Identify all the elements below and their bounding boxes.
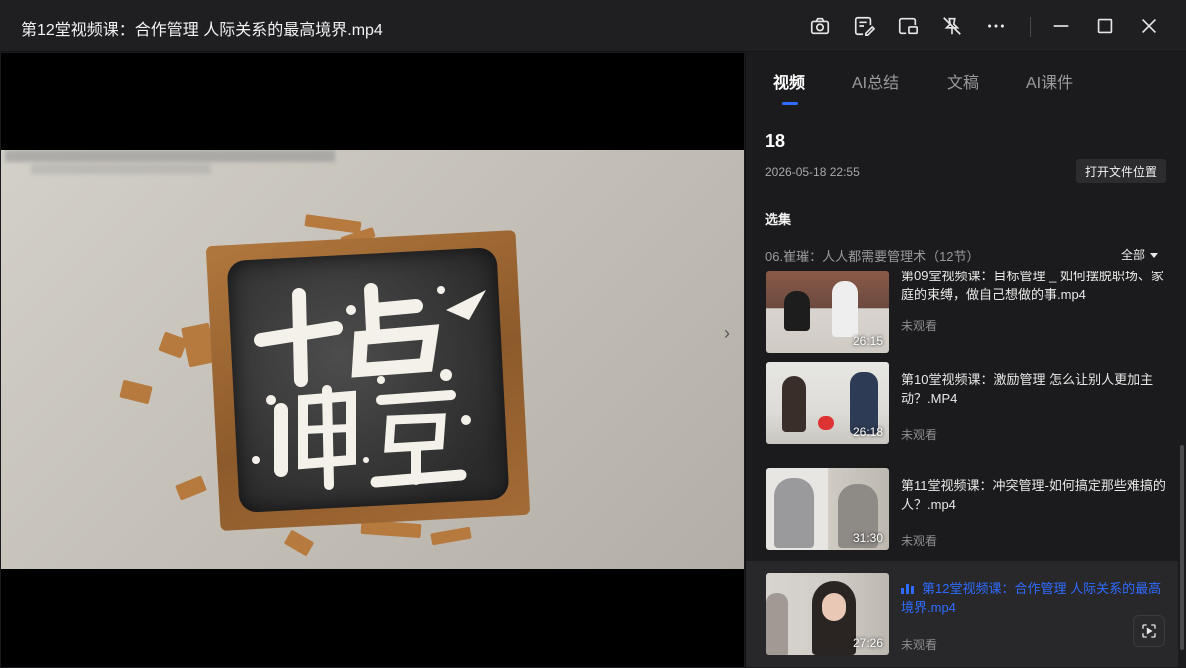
person-figure — [774, 478, 814, 548]
chevron-right-icon[interactable]: › — [724, 323, 730, 344]
title-bar: 第12堂视频课：合作管理 人际关系的最高境界.mp4 — [0, 0, 1186, 52]
tab-transcript[interactable]: 文稿 — [947, 69, 979, 93]
episode-title-playing: 第12堂视频课：合作管理 人际关系的最高境界.mp4 — [901, 579, 1166, 617]
watch-status: 未观看 — [901, 319, 938, 333]
wood-chip — [430, 526, 472, 546]
filter-label: 全部 — [1121, 248, 1146, 262]
picture-in-picture-icon[interactable] — [896, 14, 920, 38]
video-player[interactable]: › — [1, 53, 744, 667]
blurred-caption — [5, 150, 335, 162]
caret-down-icon — [1150, 253, 1159, 259]
person-figure — [784, 291, 810, 331]
minimize-icon[interactable] — [1049, 14, 1073, 38]
toolbar-divider — [1030, 17, 1031, 37]
episode-thumbnail: 26:18 — [766, 362, 889, 444]
list-item[interactable]: 27:26 第12堂视频课：合作管理 人际关系的最高境界.mp4 未观看 — [746, 561, 1178, 667]
episode-list[interactable]: 26:15 第09堂视频课：目标管理 _ 如何摆脱职场、家庭的束缚，做自己想做的… — [746, 271, 1178, 668]
episode-title: 第09堂视频课：目标管理 _ 如何摆脱职场、家庭的束缚，做自己想做的事.mp4 — [901, 271, 1164, 302]
focus-frame-icon — [1142, 624, 1156, 638]
list-item[interactable]: 26:18 第10堂视频课：激励管理 怎么让别人更加主动？.MP4 未观看 — [746, 362, 1178, 468]
more-icon[interactable] — [984, 14, 1008, 38]
video-frame — [1, 150, 744, 569]
episode-title: 第12堂视频课：合作管理 人际关系的最高境界.mp4 — [901, 581, 1162, 615]
collection-name: 06.崔璀：人人都需要管理术（12节） — [765, 249, 980, 264]
list-item[interactable]: 26:15 第09堂视频课：目标管理 _ 如何摆脱职场、家庭的束缚，做自己想做的… — [746, 271, 1178, 362]
watch-status: 未观看 — [901, 534, 938, 548]
list-item[interactable]: 31:30 第11堂视频课：冲突管理-如何搞定那些难搞的人？.mp4 未观看 — [746, 468, 1178, 574]
watch-status: 未观看 — [901, 638, 938, 652]
wood-chip — [119, 379, 153, 405]
wood-chip — [304, 214, 362, 234]
episode-title: 第11堂视频课：冲突管理-如何搞定那些难搞的人？.mp4 — [901, 478, 1166, 512]
person-figure — [766, 593, 788, 655]
locate-current-button[interactable] — [1133, 615, 1165, 647]
episode-duration: 31:30 — [852, 531, 883, 545]
window-title: 第12堂视频课：合作管理 人际关系的最高境界.mp4 — [21, 22, 383, 39]
list-scrollbar[interactable] — [1180, 445, 1184, 650]
face — [822, 593, 846, 621]
episode-filter-dropdown[interactable]: 全部 — [1121, 246, 1159, 263]
episode-title: 第10堂视频课：激励管理 怎么让别人更加主动？.MP4 — [901, 372, 1154, 406]
episodes-heading: 选集 — [765, 212, 792, 227]
maximize-icon[interactable] — [1093, 14, 1117, 38]
pin-off-icon[interactable] — [940, 14, 964, 38]
tab-ai-summary[interactable]: AI总结 — [852, 69, 899, 93]
tab-ai-courseware[interactable]: AI课件 — [1026, 69, 1073, 93]
active-tab-indicator — [782, 102, 798, 105]
now-playing-icon — [901, 584, 915, 594]
episode-duration: 27:26 — [852, 636, 883, 650]
episode-duration: 26:15 — [852, 334, 883, 348]
camera-icon[interactable] — [808, 14, 832, 38]
episode-thumbnail: 27:26 — [766, 573, 889, 655]
close-icon[interactable] — [1137, 14, 1161, 38]
watch-status: 未观看 — [901, 428, 938, 442]
tab-bar: 视频 AI总结 文稿 AI课件 — [746, 53, 1186, 109]
shidian-ketang-logo — [252, 283, 486, 490]
side-panel: 视频 AI总结 文稿 AI课件 18 2026-05-18 22:55 打开文件… — [745, 53, 1186, 668]
person-figure — [832, 281, 858, 337]
edit-note-icon[interactable] — [852, 14, 876, 38]
blurred-caption — [31, 164, 211, 174]
person-figure — [782, 376, 806, 432]
item-count: 18 — [765, 131, 786, 151]
wood-chip — [283, 529, 315, 557]
timestamp: 2026-05-18 22:55 — [765, 165, 860, 179]
wood-chip — [175, 475, 207, 501]
episode-thumbnail: 26:15 — [766, 271, 889, 353]
cup-icon — [818, 416, 834, 430]
tab-video[interactable]: 视频 — [773, 69, 805, 93]
episode-duration: 26:18 — [852, 425, 883, 439]
episode-thumbnail: 31:30 — [766, 468, 889, 550]
open-file-location-button[interactable]: 打开文件位置 — [1076, 159, 1166, 183]
